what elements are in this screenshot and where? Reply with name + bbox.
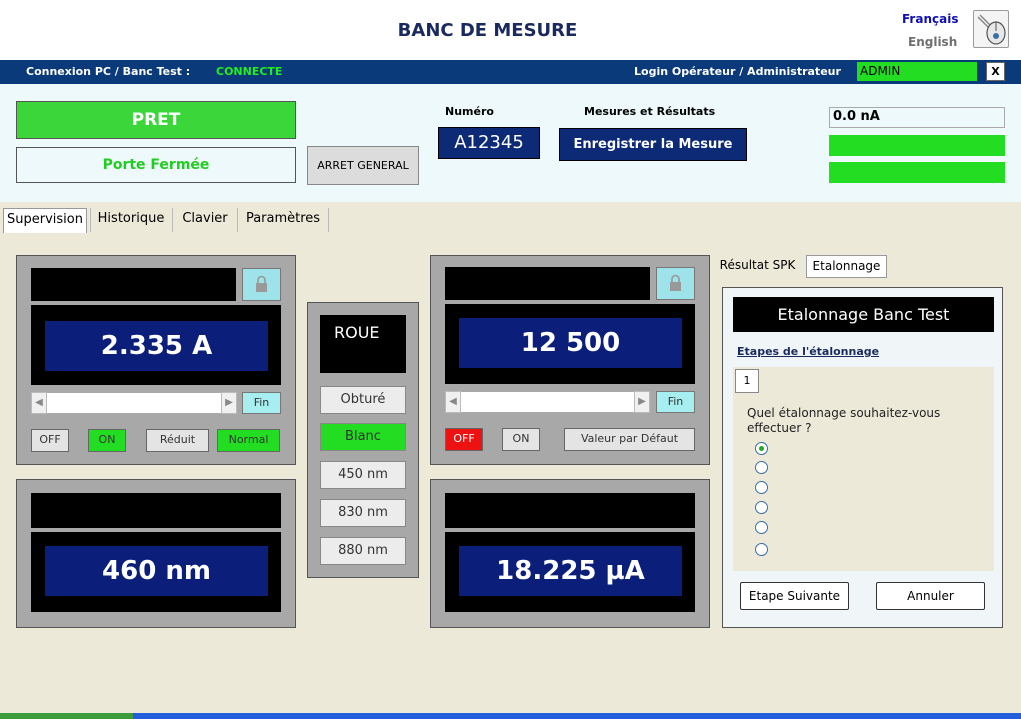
calibration-option-4[interactable] (755, 501, 768, 514)
tab-clavier[interactable]: Clavier (176, 208, 234, 233)
chevron-left-icon[interactable]: ◀ (445, 391, 461, 413)
tab-calibration[interactable]: Etalonnage (806, 255, 887, 278)
numero-label: Numéro (445, 105, 494, 118)
speed-slider[interactable] (445, 391, 650, 413)
app-title: BANC DE MESURE (397, 20, 578, 41)
chevron-left-icon[interactable]: ◀ (31, 392, 47, 414)
calibration-option-2[interactable] (755, 461, 768, 474)
speed-off-button[interactable]: OFF (445, 428, 483, 451)
current-fin-button[interactable]: Fin (242, 392, 281, 414)
wheel-option-880nm[interactable]: 880 nm (320, 537, 406, 565)
numero-field[interactable]: A12345 (438, 127, 540, 159)
calibration-title: Etalonnage Banc Test (733, 297, 994, 332)
wavelength-panel-header (31, 493, 281, 528)
tab-separator (172, 208, 173, 232)
wheel-option-830nm[interactable]: 830 nm (320, 499, 406, 527)
current-value: 2.335 A (45, 321, 268, 371)
calibration-option-6[interactable] (755, 543, 768, 556)
mouse-icon[interactable] (973, 10, 1009, 48)
tab-spk-result[interactable]: Résultat SPK (713, 255, 802, 278)
current-panel-header (31, 268, 236, 301)
speed-on-button[interactable]: ON (502, 428, 540, 451)
step-number: 1 (735, 369, 759, 393)
measure-value: 18.225 µA (459, 546, 682, 596)
reduced-button[interactable]: Réduit (146, 429, 209, 452)
speed-fin-button[interactable]: Fin (656, 391, 695, 413)
measure-panel-header (445, 493, 695, 528)
wheel-title: ROUE (320, 315, 406, 373)
current-on-button[interactable]: ON (88, 429, 126, 452)
tab-separator (90, 208, 91, 232)
current-off-button[interactable]: OFF (31, 429, 69, 452)
door-state-indicator: Porte Fermée (16, 147, 296, 183)
lock-icon[interactable] (656, 267, 695, 300)
status-bar-indicator-1 (829, 135, 1005, 156)
calibration-option-1[interactable] (755, 442, 768, 455)
close-button[interactable]: X (986, 62, 1005, 81)
normal-button[interactable]: Normal (217, 429, 280, 452)
tab-separator (237, 208, 238, 232)
start-button[interactable] (0, 713, 133, 719)
calibration-steps-label: Etapes de l'étalonnage (737, 345, 880, 358)
calibration-step-box (733, 367, 994, 571)
measures-label: Mesures et Résultats (584, 105, 716, 118)
current-reading: 0.0 nA (829, 107, 1005, 128)
tab-separator (328, 208, 329, 232)
language-english-link[interactable]: English (908, 35, 957, 49)
speed-value: 12 500 (459, 318, 682, 368)
login-field[interactable]: ADMIN (857, 62, 977, 81)
lock-icon[interactable] (242, 268, 281, 301)
speed-panel-header (445, 267, 650, 300)
tab-parametres[interactable]: Paramètres (240, 208, 326, 233)
wheel-option-450nm[interactable]: 450 nm (320, 461, 406, 489)
tab-historique[interactable]: Historique (93, 208, 169, 233)
calibration-question: Quel étalonnage souhaitez-vous effectuer… (747, 406, 941, 435)
chevron-right-icon[interactable]: ▶ (634, 391, 650, 413)
connection-label: Connexion PC / Banc Test : (26, 65, 191, 78)
calibration-option-3[interactable] (755, 481, 768, 494)
current-slider[interactable] (31, 392, 237, 414)
cancel-button[interactable]: Annuler (876, 582, 985, 610)
login-label: Login Opérateur / Administrateur (634, 65, 841, 78)
chevron-right-icon[interactable]: ▶ (221, 392, 237, 414)
save-measure-button[interactable]: Enregistrer la Mesure (559, 128, 747, 161)
status-bar-indicator-2 (829, 162, 1005, 183)
machine-state-indicator: PRET (16, 101, 296, 139)
connection-status: CONNECTE (216, 65, 283, 78)
wavelength-value: 460 nm (45, 546, 268, 596)
calibration-option-5[interactable] (755, 521, 768, 534)
wheel-option-obture[interactable]: Obturé (320, 386, 406, 414)
default-value-button[interactable]: Valeur par Défaut (564, 428, 695, 451)
wheel-option-blanc[interactable]: Blanc (320, 423, 406, 451)
language-french-link[interactable]: Français (902, 12, 958, 26)
tab-supervision[interactable]: Supervision (3, 208, 87, 233)
next-step-button[interactable]: Etape Suivante (740, 582, 849, 610)
emergency-stop-button[interactable]: ARRET GENERAL (307, 146, 419, 185)
taskbar (0, 713, 1021, 719)
